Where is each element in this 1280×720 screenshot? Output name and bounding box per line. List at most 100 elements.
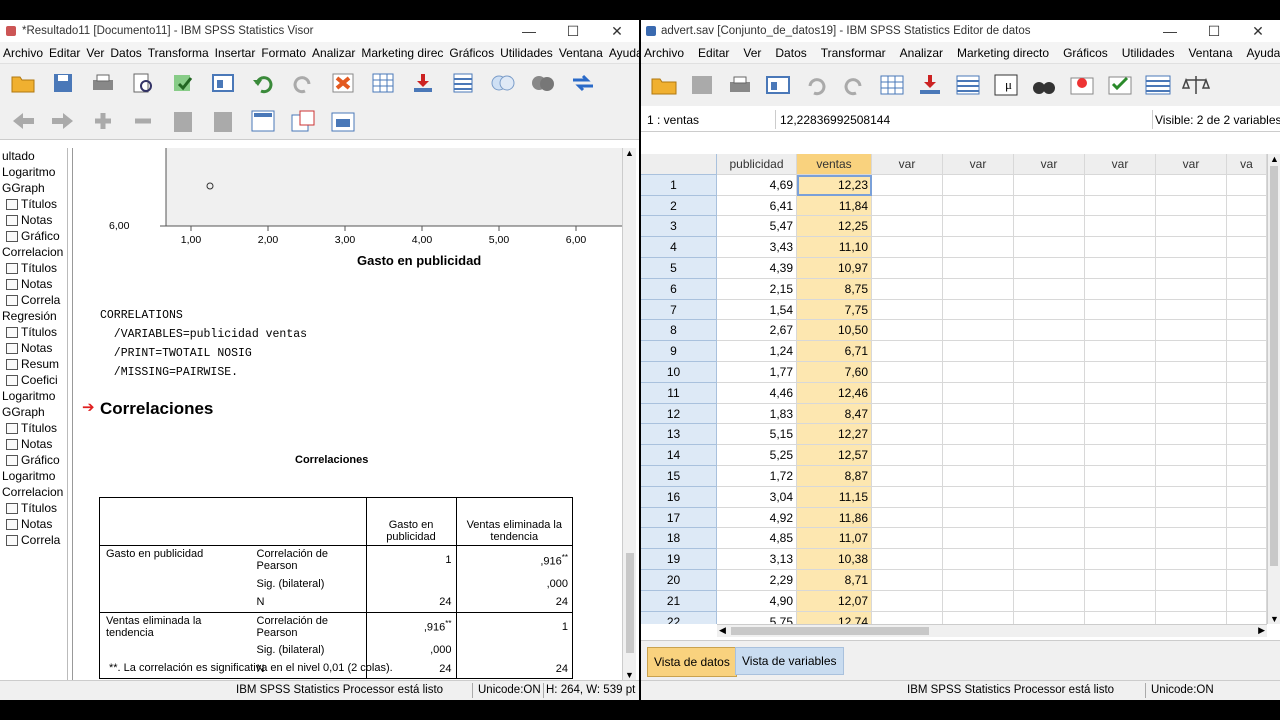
scroll-up-icon[interactable]: ▲	[625, 148, 634, 158]
collapse-icon[interactable]	[128, 107, 158, 135]
scroll-right-icon[interactable]: ▶	[1258, 625, 1265, 636]
data-cell[interactable]	[1156, 382, 1227, 404]
data-cell[interactable]	[1227, 465, 1267, 487]
outline-item[interactable]: Notas	[0, 212, 67, 228]
outline-item[interactable]: Logaritmo	[0, 468, 67, 484]
data-cell[interactable]	[1156, 278, 1227, 300]
data-cell[interactable]	[1085, 569, 1156, 591]
data-cell[interactable]	[1014, 507, 1085, 529]
scroll-up-icon[interactable]: ▲	[1270, 154, 1279, 164]
data-cell[interactable]: 11,15	[797, 486, 872, 508]
outline-item[interactable]: Logaritmo	[0, 388, 67, 404]
data-cell[interactable]	[872, 486, 943, 508]
outline-item[interactable]: Correla	[0, 292, 67, 308]
data-cell[interactable]	[943, 590, 1014, 612]
data-cell[interactable]: 5,47	[717, 216, 797, 238]
data-cell[interactable]	[1227, 424, 1267, 446]
data-cell[interactable]	[1085, 465, 1156, 487]
outline-item[interactable]: Gráfico	[0, 452, 67, 468]
data-cell[interactable]: 12,25	[797, 216, 872, 238]
data-cell[interactable]	[1227, 278, 1267, 300]
data-cell[interactable]	[1227, 403, 1267, 425]
data-cell[interactable]: 5,25	[717, 445, 797, 466]
insert-title-icon[interactable]	[288, 107, 318, 135]
designate-window-icon[interactable]	[568, 69, 598, 97]
data-cell[interactable]: 10,50	[797, 320, 872, 342]
row-number[interactable]: 4	[641, 237, 717, 258]
outline-item[interactable]: Coefici	[0, 372, 67, 388]
column-header-ventas[interactable]: ventas	[797, 154, 872, 175]
data-cell[interactable]: 1,72	[717, 465, 797, 487]
data-cell[interactable]: 12,74	[797, 611, 872, 624]
menu-item[interactable]: Datos	[110, 46, 141, 60]
menu-item[interactable]: Ayuda	[609, 46, 639, 60]
data-cell[interactable]	[1227, 611, 1267, 624]
outline-item[interactable]: GGraph	[0, 404, 67, 420]
data-cell[interactable]	[1156, 320, 1227, 342]
data-cell[interactable]	[1085, 486, 1156, 508]
expand-icon[interactable]	[88, 107, 118, 135]
data-cell[interactable]	[1085, 216, 1156, 238]
data-cell[interactable]	[872, 424, 943, 446]
data-cell[interactable]: 10,97	[797, 257, 872, 279]
redo-icon[interactable]	[839, 71, 869, 99]
data-cell[interactable]: 2,67	[717, 320, 797, 342]
data-cell[interactable]	[1014, 216, 1085, 238]
data-cell[interactable]	[943, 486, 1014, 508]
outline-item[interactable]: Correla	[0, 532, 67, 548]
data-cell[interactable]: 4,92	[717, 507, 797, 529]
data-cell[interactable]	[1085, 361, 1156, 383]
data-cell[interactable]	[1156, 174, 1227, 196]
variables-icon[interactable]	[953, 71, 983, 99]
data-cell[interactable]	[1085, 424, 1156, 446]
outline-item[interactable]: Títulos	[0, 420, 67, 436]
data-cell[interactable]	[1014, 569, 1085, 591]
outline-item[interactable]: Resum	[0, 356, 67, 372]
show-icon[interactable]	[168, 107, 198, 135]
data-cell[interactable]	[872, 382, 943, 404]
data-cell[interactable]	[872, 528, 943, 550]
data-cell[interactable]	[1227, 590, 1267, 612]
data-cell[interactable]	[1014, 320, 1085, 342]
minimize-icon[interactable]: —	[507, 23, 551, 39]
menu-item[interactable]: Analizar	[900, 46, 943, 60]
data-cell[interactable]: 12,57	[797, 445, 872, 466]
data-cell[interactable]	[1156, 611, 1227, 624]
data-cell[interactable]	[1227, 299, 1267, 321]
data-cell[interactable]	[1156, 361, 1227, 383]
minimize-icon[interactable]: —	[1148, 23, 1192, 39]
goto-data-icon[interactable]	[328, 69, 358, 97]
row-number[interactable]: 19	[641, 549, 717, 570]
run-descriptives-icon[interactable]: μ	[991, 71, 1021, 99]
data-cell[interactable]	[1014, 361, 1085, 383]
data-cell[interactable]: 5,15	[717, 424, 797, 446]
data-cell[interactable]	[1085, 403, 1156, 425]
data-cell[interactable]	[1156, 590, 1227, 612]
data-cell[interactable]	[1085, 445, 1156, 466]
goto-case-icon[interactable]	[368, 69, 398, 97]
outline-item[interactable]: Notas	[0, 340, 67, 356]
goto-case-icon[interactable]	[877, 71, 907, 99]
data-cell[interactable]: 3,13	[717, 549, 797, 570]
row-number[interactable]: 21	[641, 590, 717, 612]
data-cell[interactable]	[1227, 216, 1267, 238]
row-number[interactable]: 6	[641, 278, 717, 300]
data-cell[interactable]	[1156, 195, 1227, 217]
data-cell[interactable]	[1156, 424, 1227, 446]
data-cell[interactable]	[943, 278, 1014, 300]
data-cell[interactable]	[1014, 341, 1085, 362]
recall-dialog-icon[interactable]	[763, 71, 793, 99]
outline-item[interactable]: Regresión	[0, 308, 67, 324]
promote-arrow-icon[interactable]	[8, 107, 38, 135]
menu-item[interactable]: Insertar	[215, 46, 256, 60]
scatter-plot[interactable]: 1,00 2,00 3,00 4,00 5,00 6,00	[73, 148, 622, 268]
show-all-icon[interactable]	[528, 69, 558, 97]
data-cell[interactable]	[872, 361, 943, 383]
row-number[interactable]: 14	[641, 445, 717, 466]
data-cell[interactable]: 1,24	[717, 341, 797, 362]
data-cell[interactable]	[1014, 611, 1085, 624]
data-cell[interactable]	[872, 445, 943, 466]
menu-item[interactable]: Formato	[261, 46, 306, 60]
tab-data-view[interactable]: Vista de datos	[647, 647, 737, 677]
menu-item[interactable]: Marketing direc	[361, 46, 443, 60]
